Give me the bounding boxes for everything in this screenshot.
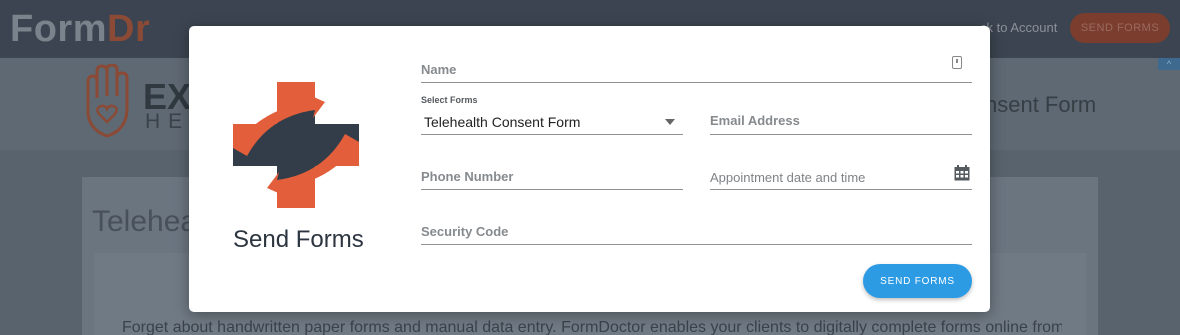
contact-card-icon[interactable] [952, 56, 962, 69]
send-forms-modal: Send Forms Name Select Forms Telehealth … [189, 26, 990, 312]
formdr-cross-logo-icon [233, 82, 359, 208]
top-send-forms-button[interactable]: SEND FORMS [1070, 13, 1170, 43]
logo-form-text: Form [10, 8, 107, 50]
phone-label: Phone Number [421, 169, 514, 184]
logo-dr-text: Dr [107, 8, 151, 50]
security-code-input[interactable]: Security Code [421, 218, 972, 245]
send-forms-button[interactable]: SEND FORMS [863, 264, 972, 298]
app-logo[interactable]: FormDr [10, 8, 150, 51]
email-label: Email Address [710, 113, 800, 128]
appointment-datetime-input[interactable]: Appointment date and time [710, 163, 972, 190]
card-title: Telehea [92, 205, 198, 238]
name-input[interactable]: Name [421, 56, 972, 83]
select-forms-dropdown[interactable]: Select Forms Telehealth Consent Form [421, 92, 683, 135]
phone-input[interactable]: Phone Number [421, 163, 683, 190]
modal-title: Send Forms [233, 226, 364, 253]
hero-title: nsent Form [985, 92, 1097, 117]
back-to-account-link[interactable]: ck to Account [980, 20, 1057, 35]
caret-down-icon[interactable] [665, 119, 675, 125]
card-description: Forget about handwritten paper forms and… [122, 319, 1062, 335]
calendar-icon[interactable] [954, 165, 970, 181]
hand-heart-logo-icon [86, 64, 129, 138]
name-label: Name [421, 62, 457, 77]
security-code-label: Security Code [421, 224, 509, 239]
select-forms-value: Telehealth Consent Form [424, 114, 581, 130]
select-forms-label: Select Forms [421, 95, 478, 105]
appointment-label: Appointment date and time [710, 170, 866, 185]
email-input[interactable]: Email Address [710, 109, 972, 135]
chevron-up-icon[interactable]: ^ [1158, 58, 1180, 70]
